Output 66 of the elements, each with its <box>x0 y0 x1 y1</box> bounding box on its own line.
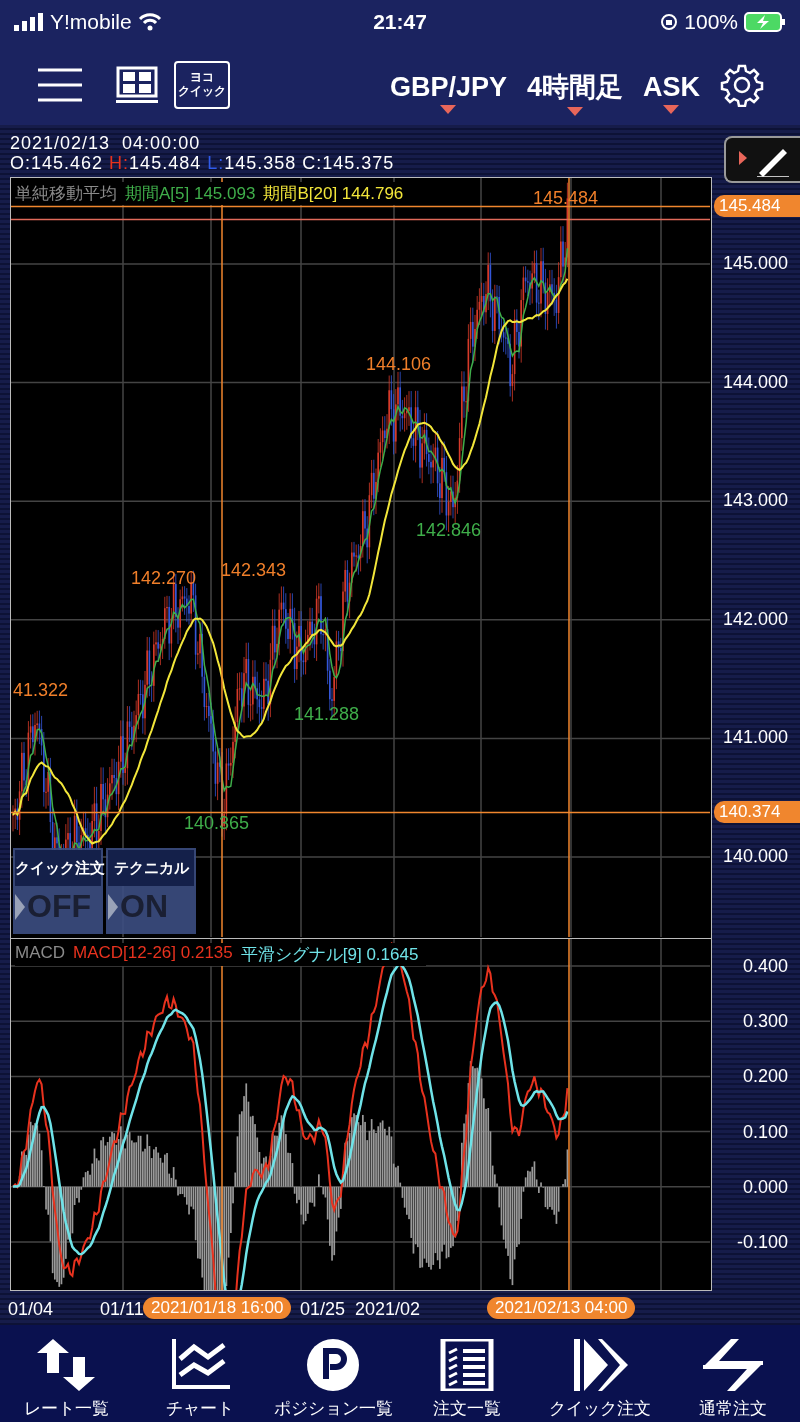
carrier-name: Y!mobile <box>50 10 132 34</box>
nav-tab[interactable]: 通常注文 <box>666 1325 800 1422</box>
price-axis-label: 142.000 <box>722 608 788 630</box>
legend-label: MACD <box>15 943 74 966</box>
selector-dropdown[interactable]: ASK <box>643 71 700 114</box>
signal-icon <box>14 13 44 31</box>
ohlc-value: 145.484 <box>129 153 202 173</box>
toggle-button[interactable]: テクニカル ON <box>106 848 196 934</box>
ohlc-label: L: <box>207 153 225 173</box>
macd-axis-label: 0.200 <box>742 1066 788 1088</box>
legend-label: 平滑シグナル[9] 0.1645 <box>240 943 427 966</box>
dropdown-caret-icon <box>663 104 680 114</box>
ohlc-label: H: <box>109 153 130 173</box>
dropdown-caret-icon <box>566 107 583 116</box>
battery-charging-icon <box>744 12 786 32</box>
play-triangle-icon <box>15 893 25 920</box>
price-axis-label: 144.000 <box>722 371 788 393</box>
date-axis-label: 01/25 <box>300 1299 346 1320</box>
price-label: 141.288 <box>294 704 360 724</box>
dropdown-caret-icon <box>440 104 457 114</box>
drawing-tool-button[interactable] <box>724 136 800 183</box>
legend-label: MACD[12-26] 0.2135 <box>73 943 241 966</box>
ohlc-value: 145.375 <box>322 153 395 173</box>
cursor-date-badge: 2021/02/13 04:00 <box>487 1297 636 1319</box>
quick-order-toggle[interactable]: ヨコ クイック <box>174 60 230 109</box>
candle-datetime: 2021/02/13 04:00:00 <box>10 133 202 153</box>
grid-layout-icon[interactable] <box>116 65 158 104</box>
wifi-icon <box>137 13 162 31</box>
price-axis-label: 141.000 <box>722 727 788 749</box>
selector-dropdown[interactable]: 4時間足 <box>526 69 623 116</box>
nav-tab[interactable]: ポジション一覧 <box>266 1325 400 1422</box>
clock-time: 21:47 <box>373 10 427 34</box>
price-label: 41.322 <box>13 680 69 700</box>
price-badge: 145.484 <box>714 194 800 217</box>
nav-tab[interactable]: レート一覧 <box>0 1325 134 1422</box>
price-axis-label: 140.000 <box>722 846 788 867</box>
play-triangle-icon <box>108 893 118 920</box>
macd-axis-label: 0.000 <box>742 1176 788 1198</box>
nav-tab[interactable]: クイック注文 <box>533 1325 667 1422</box>
macd-axis-label: 0.100 <box>742 1121 788 1143</box>
legend-label: 単純移動平均 <box>15 182 125 205</box>
ohlc-label: O: <box>10 153 31 173</box>
cursor-date-badge: 2021/01/18 16:00 <box>143 1297 292 1319</box>
macd-axis-label: 0.300 <box>742 1011 788 1033</box>
price-badge: 140.374 <box>714 800 800 823</box>
macd-axis-label: 0.400 <box>742 956 788 977</box>
date-axis-label: 2021/02 <box>355 1299 421 1320</box>
price-label: 142.846 <box>416 520 482 540</box>
date-axis-label: 01/04 <box>8 1299 54 1320</box>
menu-icon[interactable] <box>38 67 82 102</box>
nav-tab[interactable]: 注文一覧 <box>400 1325 534 1422</box>
rotation-lock-icon <box>660 13 679 31</box>
selector-dropdown[interactable]: GBP/JPY <box>389 71 507 114</box>
ohlc-value: 145.358 <box>224 153 297 173</box>
toggle-button[interactable]: クイック注文 OFF <box>13 848 103 934</box>
exchange-arrows-icon <box>701 1339 766 1391</box>
settings-icon[interactable] <box>720 62 764 107</box>
price-label: 144.106 <box>366 354 432 374</box>
price-axis-label: 145.000 <box>722 253 788 274</box>
ohlc-value: 145.462 <box>31 153 104 173</box>
date-axis-label: 01/11 <box>100 1299 144 1320</box>
ohlc-label: C: <box>302 153 323 173</box>
nav-tab[interactable]: チャート <box>133 1325 267 1422</box>
price-axis-label: 143.000 <box>722 490 788 512</box>
macd-axis-label: -0.100 <box>736 1232 788 1253</box>
battery-percent: 100% <box>684 10 738 34</box>
